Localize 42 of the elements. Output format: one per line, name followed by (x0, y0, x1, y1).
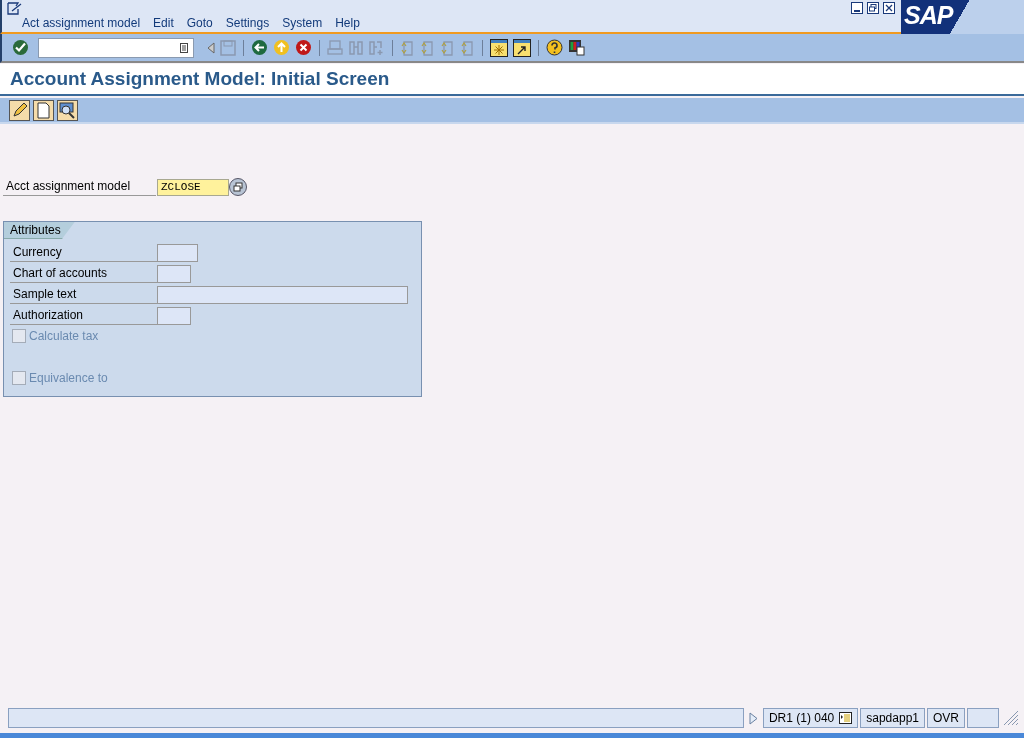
triangle-left-icon[interactable] (207, 41, 215, 54)
menu-item[interactable]: Help (335, 16, 360, 30)
status-cell (967, 708, 999, 728)
magnifier-icon[interactable] (57, 99, 78, 121)
close-icon[interactable] (883, 2, 895, 14)
menu-item[interactable]: Edit (153, 16, 174, 30)
list-icon[interactable] (180, 42, 188, 53)
menu-item[interactable]: Settings (225, 16, 270, 30)
field-label: Acct assignment model (3, 178, 156, 196)
menu-item[interactable]: Goto (186, 16, 213, 30)
triangle-right-icon[interactable] (748, 711, 758, 725)
search-help-icon[interactable] (229, 178, 247, 196)
pencil-icon[interactable] (9, 99, 30, 121)
command-field[interactable] (38, 37, 194, 58)
screen-title: Account Assignment Model: Initial Screen (10, 68, 390, 90)
input-field[interactable] (157, 265, 191, 283)
minimize-icon[interactable] (851, 2, 863, 14)
input-field[interactable] (157, 307, 191, 325)
blank-page-icon[interactable] (33, 99, 54, 121)
restore-icon[interactable] (867, 2, 879, 14)
layout-icon[interactable] (568, 39, 585, 56)
input-field[interactable] (157, 286, 408, 304)
menu-item[interactable]: System (282, 16, 323, 30)
window-menu-icon[interactable] (7, 2, 23, 15)
checkmark-icon[interactable] (12, 39, 29, 56)
input-field[interactable] (157, 244, 198, 262)
logo: SAP (904, 1, 953, 30)
new-window-icon[interactable] (490, 38, 508, 57)
help-icon[interactable] (546, 39, 563, 56)
server-name: sapdapp1 (860, 708, 925, 728)
checkbox-label: Equivalence to (29, 370, 108, 385)
checkbox-label: Calculate tax (29, 328, 99, 343)
cancel-icon[interactable] (295, 39, 312, 56)
group-title: Attributes (4, 222, 75, 239)
input-mode: OVR (927, 708, 965, 728)
system-info: DR1 (1) 040 (768, 711, 835, 725)
menu-item[interactable]: Act assignment model (22, 16, 141, 30)
shortcut-icon[interactable] (513, 38, 531, 57)
model-input-field[interactable]: ZCLOSE (157, 178, 229, 196)
back-icon[interactable] (251, 39, 268, 56)
list-icon[interactable] (839, 712, 853, 724)
resize-grip-icon[interactable] (1001, 708, 1019, 726)
